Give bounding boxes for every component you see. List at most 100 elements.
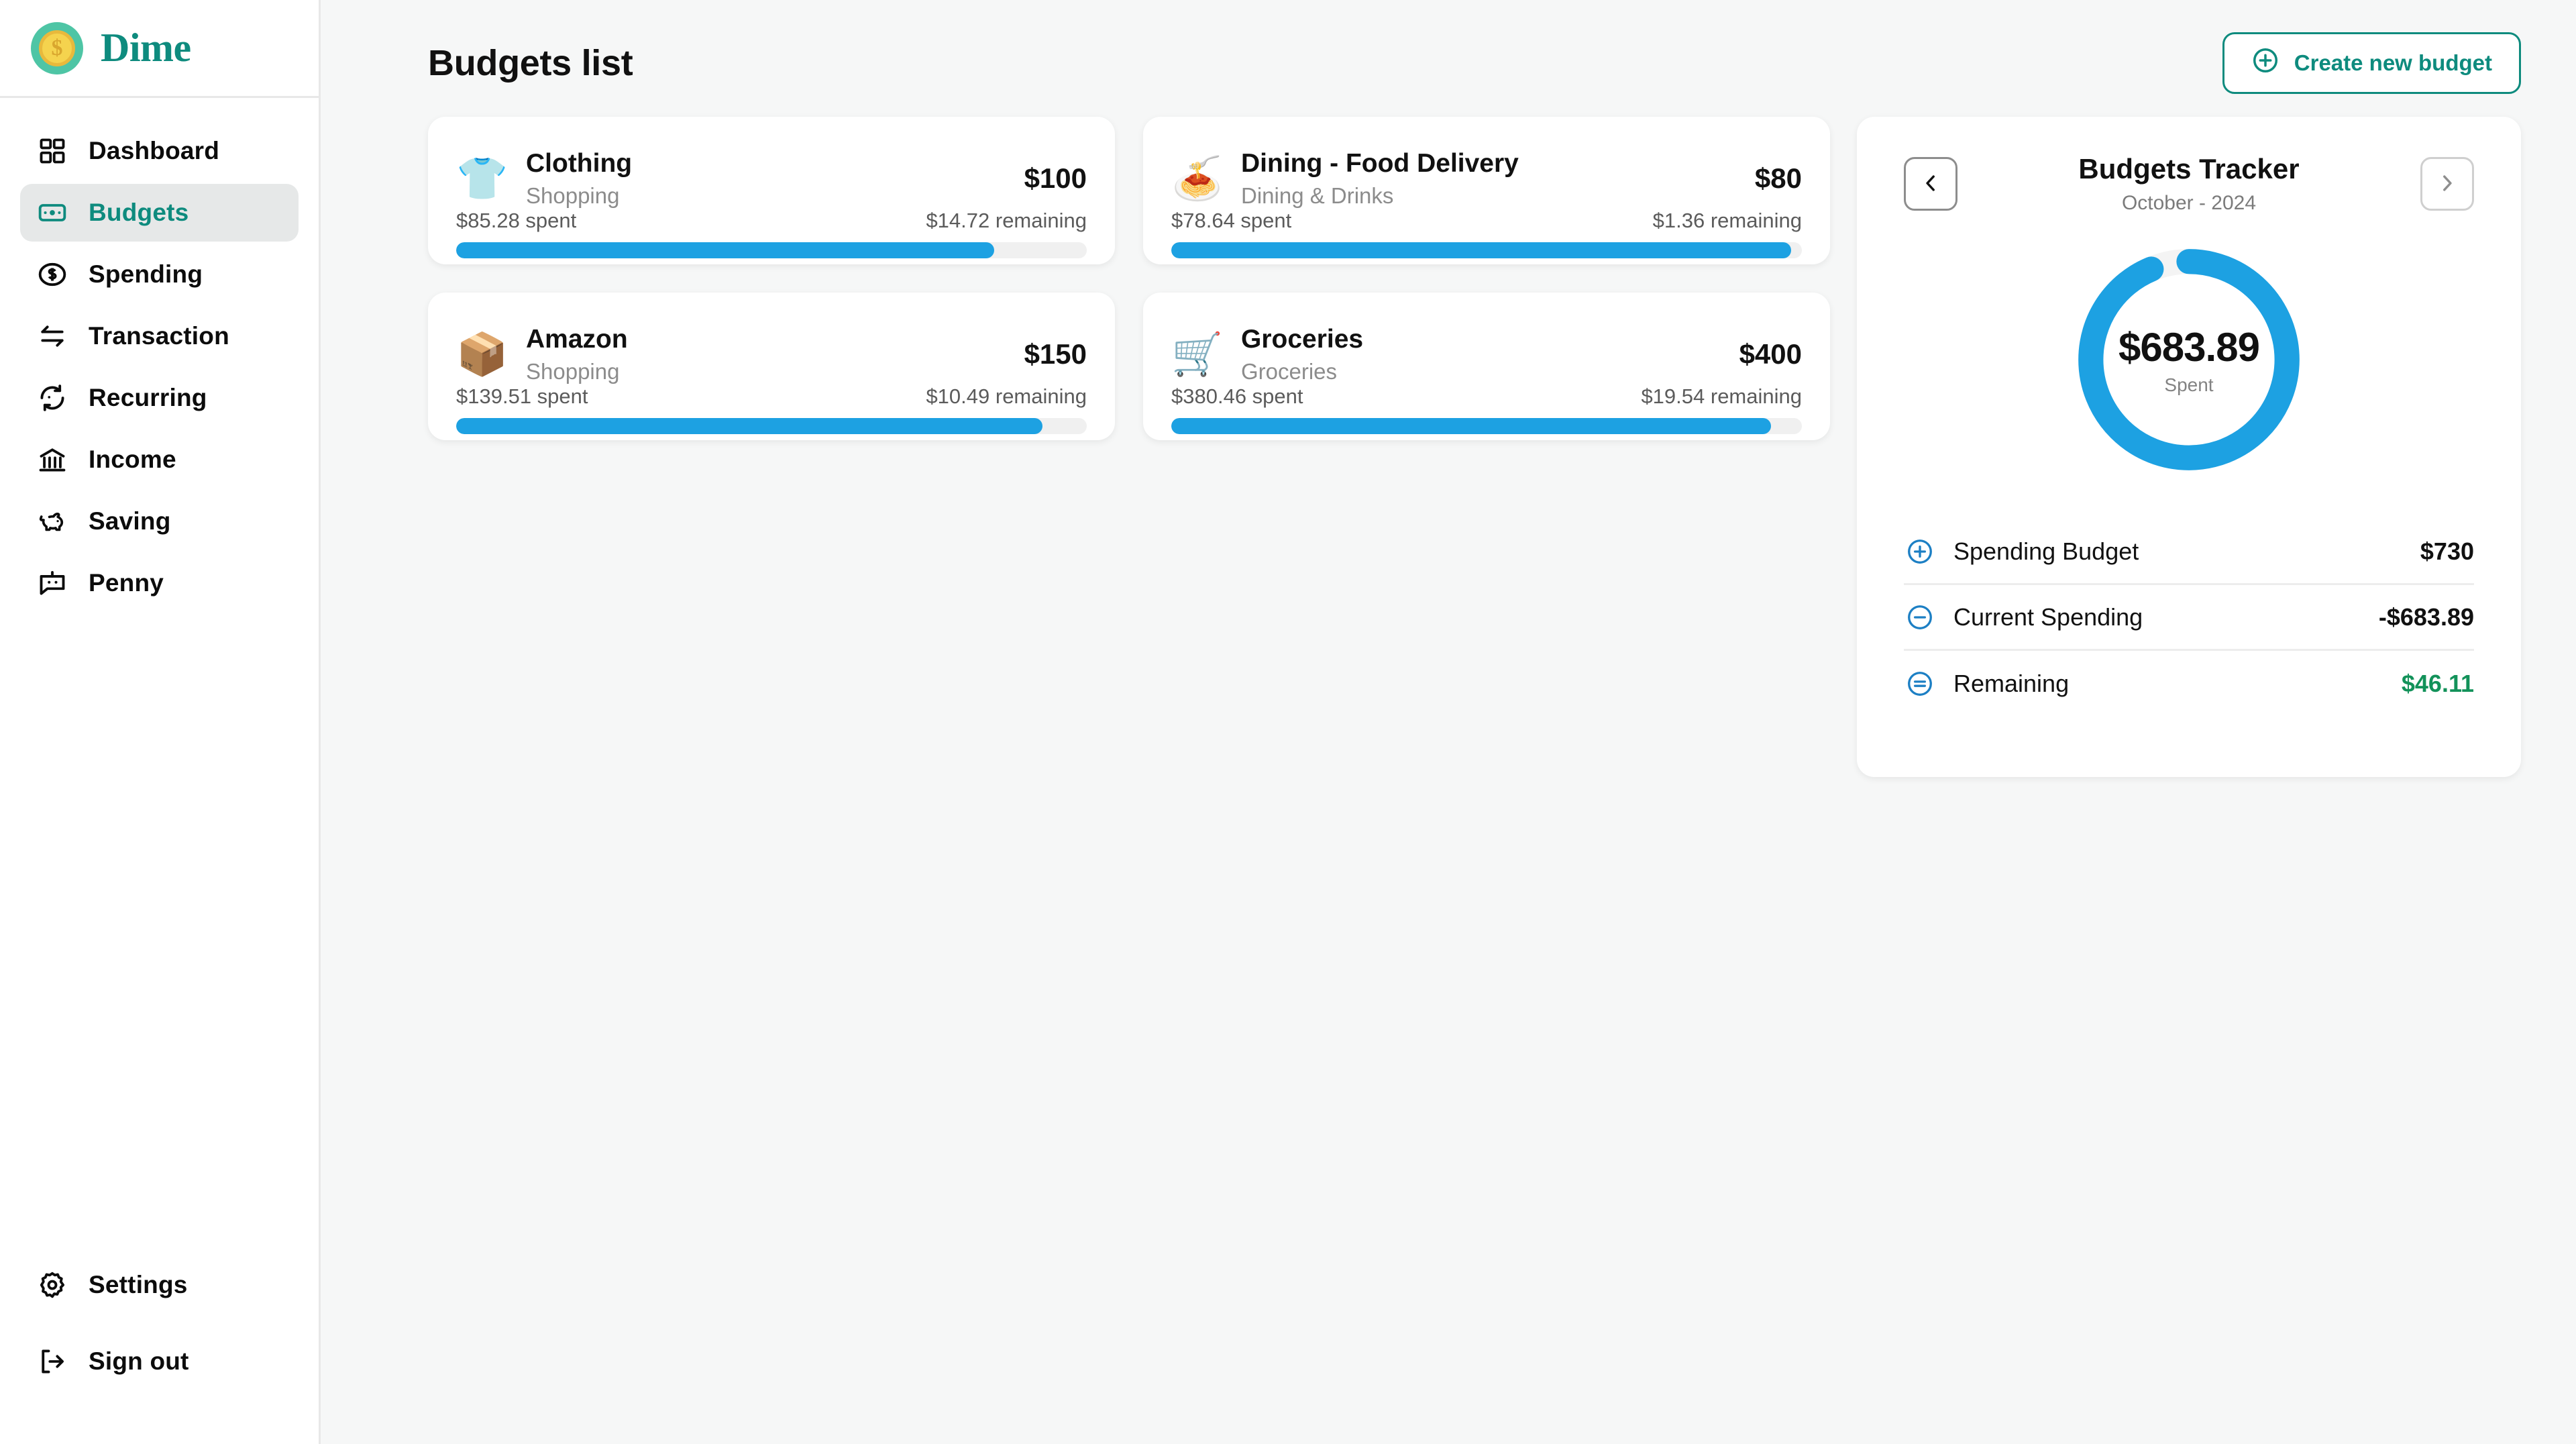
sidebar-bottom-nav: Settings Sign out	[0, 1256, 319, 1444]
budget-stats: $78.64 spent $1.36 remaining	[1171, 209, 1802, 233]
budget-progress-block: $85.28 spent $14.72 remaining	[456, 209, 1087, 258]
budget-progress-block: $78.64 spent $1.36 remaining	[1171, 209, 1802, 258]
tracker-summary-list: Spending Budget $730 Current Spending -$…	[1904, 519, 2474, 717]
sidebar-item-label: Transaction	[89, 322, 229, 350]
budget-card-titles: Amazon Shopping	[526, 325, 1024, 384]
budget-card-header: 📦 Amazon Shopping $150	[456, 325, 1087, 384]
dollar-circle-icon	[36, 258, 68, 291]
sidebar-item-transaction[interactable]: Transaction	[20, 307, 299, 365]
sidebar-item-budgets[interactable]: Budgets	[20, 184, 299, 242]
budgets-tracker-panel: Budgets Tracker October - 2024 $683.89 S…	[1857, 117, 2521, 777]
sidebar-item-label: Spending	[89, 260, 203, 288]
sidebar-item-label: Sign out	[89, 1347, 189, 1375]
summary-row-remaining: Remaining $46.11	[1904, 651, 2474, 717]
budget-card-header: 👕 Clothing Shopping $100	[456, 149, 1087, 209]
equals-circle-icon	[1904, 668, 1936, 700]
bank-icon	[36, 444, 68, 476]
tracker-period: October - 2024	[2121, 192, 2257, 214]
budget-spent: $380.46 spent	[1171, 384, 1303, 408]
chevron-right-icon	[2436, 172, 2459, 197]
transfer-arrows-icon	[36, 320, 68, 352]
tshirt-icon: 👕	[456, 154, 508, 203]
budget-stats: $139.51 spent $10.49 remaining	[456, 384, 1087, 409]
budget-spent: $78.64 spent	[1171, 208, 1292, 232]
budget-card-clothing[interactable]: 👕 Clothing Shopping $100 $85.28 spent $1…	[428, 117, 1115, 264]
donut-spent-label: Spent	[2164, 374, 2214, 395]
create-new-budget-label: Create new budget	[2294, 50, 2492, 75]
summary-value: -$683.89	[2378, 603, 2474, 631]
gear-icon	[36, 1269, 68, 1301]
budget-remaining: $14.72 remaining	[926, 208, 1087, 232]
progress-bar-track	[1171, 242, 1802, 258]
chat-bot-icon	[36, 567, 68, 599]
summary-value: $730	[2420, 537, 2474, 565]
sidebar-item-settings[interactable]: Settings	[20, 1256, 299, 1314]
page-header: Budgets list Create new budget	[428, 28, 2521, 98]
chevron-left-icon	[1919, 172, 1942, 197]
sidebar-item-label: Settings	[89, 1271, 188, 1298]
budget-progress-block: $380.46 spent $19.54 remaining	[1171, 384, 1802, 434]
app-root: $ Dime Dashboard Budgets Spending Transa…	[0, 0, 2576, 1444]
budget-stats: $85.28 spent $14.72 remaining	[456, 209, 1087, 233]
progress-bar-fill	[1171, 417, 1771, 434]
tracker-title: Budgets Tracker	[2078, 153, 2300, 185]
page-title: Budgets list	[428, 43, 633, 83]
summary-label: Remaining	[1953, 670, 2070, 697]
plus-circle-icon	[2251, 46, 2279, 80]
budget-card-groceries[interactable]: 🛒 Groceries Groceries $400 $380.46 spent…	[1143, 293, 1830, 440]
sidebar-item-income[interactable]: Income	[20, 431, 299, 488]
sidebar: $ Dime Dashboard Budgets Spending Transa…	[0, 0, 321, 1444]
summary-row-spending-budget: Spending Budget $730	[1904, 519, 2474, 585]
budget-stats: $380.46 spent $19.54 remaining	[1171, 384, 1802, 409]
progress-bar-track	[1171, 417, 1802, 434]
tracker-title-group: Budgets Tracker October - 2024	[1957, 153, 2420, 215]
budget-amount: $400	[1739, 338, 1802, 370]
sidebar-item-sign-out[interactable]: Sign out	[20, 1333, 299, 1390]
piggy-bank-icon	[36, 505, 68, 537]
summary-label: Current Spending	[1953, 603, 2143, 631]
donut-center-labels: $683.89 Spent	[2074, 244, 2304, 475]
budget-remaining: $19.54 remaining	[1641, 384, 1802, 408]
budget-card-amazon[interactable]: 📦 Amazon Shopping $150 $139.51 spent $10…	[428, 293, 1115, 440]
summary-row-current-spending: Current Spending -$683.89	[1904, 585, 2474, 651]
budget-remaining: $1.36 remaining	[1652, 208, 1802, 232]
takeout-food-icon: 🍝	[1171, 154, 1224, 203]
summary-label: Spending Budget	[1953, 537, 2139, 565]
budget-card-titles: Groceries Groceries	[1241, 325, 1739, 384]
sign-out-icon	[36, 1345, 68, 1378]
sidebar-item-dashboard[interactable]: Dashboard	[20, 122, 299, 180]
donut-spent-value: $683.89	[2118, 324, 2260, 370]
budget-card-header: 🛒 Groceries Groceries $400	[1171, 325, 1802, 384]
sidebar-item-label: Dashboard	[89, 137, 220, 164]
plus-circle-icon	[1904, 535, 1936, 568]
sidebar-nav: Dashboard Budgets Spending Transaction R…	[0, 98, 319, 612]
grid-icon	[36, 135, 68, 167]
budget-spent: $139.51 spent	[456, 384, 588, 408]
brand-name: Dime	[101, 25, 191, 70]
budget-progress-block: $139.51 spent $10.49 remaining	[456, 384, 1087, 434]
main-content: Budgets list Create new budget 👕 Clothin…	[321, 0, 2576, 1444]
brand[interactable]: $ Dime	[0, 0, 319, 98]
tracker-next-month-button[interactable]	[2420, 157, 2474, 211]
create-new-budget-button[interactable]: Create new budget	[2222, 32, 2521, 94]
shopping-cart-icon: 🛒	[1171, 329, 1224, 379]
budget-spent: $85.28 spent	[456, 208, 577, 232]
budget-name: Amazon	[526, 325, 628, 354]
tracker-prev-month-button[interactable]	[1904, 157, 1957, 211]
progress-bar-track	[456, 417, 1087, 434]
budget-card-titles: Dining - Food Delivery Dining & Drinks	[1241, 149, 1755, 209]
summary-value: $46.11	[2401, 670, 2474, 697]
progress-bar-fill	[1171, 242, 1792, 258]
sidebar-item-label: Saving	[89, 507, 171, 535]
sidebar-item-spending[interactable]: Spending	[20, 246, 299, 303]
sidebar-item-penny[interactable]: Penny	[20, 554, 299, 612]
budget-amount: $100	[1024, 162, 1087, 195]
sidebar-item-label: Budgets	[89, 199, 189, 226]
sidebar-item-saving[interactable]: Saving	[20, 493, 299, 550]
budget-card-dining-food-delivery[interactable]: 🍝 Dining - Food Delivery Dining & Drinks…	[1143, 117, 1830, 264]
budget-name: Dining - Food Delivery	[1241, 149, 1519, 178]
budget-name: Clothing	[526, 149, 633, 178]
sidebar-item-label: Penny	[89, 569, 164, 597]
sidebar-item-recurring[interactable]: Recurring	[20, 369, 299, 427]
donut: $683.89 Spent	[2074, 244, 2304, 475]
